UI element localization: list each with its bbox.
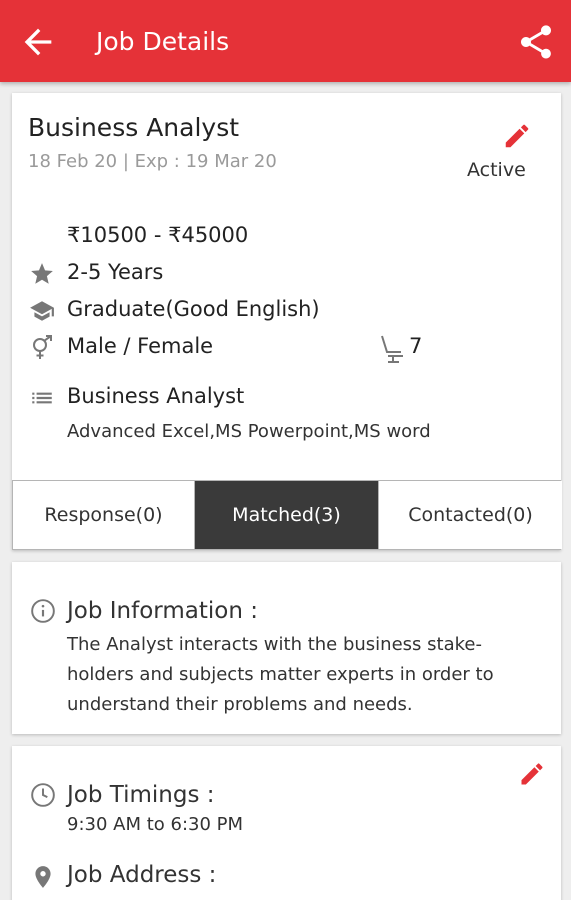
gender-icon [33, 335, 52, 359]
arrow-back-icon[interactable] [18, 22, 58, 62]
clock-icon [31, 783, 55, 807]
job-timings-card: Job Timings : 9:30 AM to 6:30 PM Job Add… [12, 746, 561, 900]
gender-value: Male / Female [67, 334, 214, 358]
share-icon[interactable] [516, 22, 556, 62]
pencil-icon[interactable] [502, 121, 532, 151]
job-summary-card: Business Analyst 18 Feb 20 | Exp : 19 Ma… [12, 93, 562, 550]
info-icon [31, 599, 55, 623]
experience-value: 2-5 Years [67, 260, 164, 284]
education-value: Graduate(Good English) [67, 297, 320, 321]
job-timings-label: Job Timings : [67, 782, 215, 808]
job-information-card: Job Information : The Analyst interacts … [12, 562, 561, 734]
job-address-label: Job Address : [67, 862, 217, 888]
job-timings-value: 9:30 AM to 6:30 PM [67, 814, 244, 835]
seat-icon [381, 335, 403, 363]
job-information-text: The Analyst interacts with the business … [67, 634, 494, 715]
job-title: Business Analyst [28, 113, 240, 142]
job-dates: 18 Feb 20 | Exp : 19 Mar 20 [28, 151, 277, 172]
tab-response[interactable]: Response(0) [13, 481, 195, 549]
skills-list: Advanced Excel,MS Powerpoint,MS word [67, 421, 431, 442]
job-category: Business Analyst [67, 384, 245, 408]
location-pin-icon [35, 866, 51, 888]
vacancies-count: 7 [409, 334, 423, 358]
page-title: Job Details [96, 27, 230, 56]
status-label: Active [467, 159, 526, 181]
pencil-icon[interactable] [518, 760, 546, 788]
list-icon [32, 392, 52, 404]
tab-contacted[interactable]: Contacted(0) [379, 481, 562, 549]
app-bar: Job Details [0, 0, 571, 82]
salary-range: ₹10500 - ₹45000 [67, 223, 249, 247]
star-icon [31, 263, 53, 284]
tab-matched[interactable]: Matched(3) [195, 481, 379, 549]
graduation-cap-icon [30, 301, 54, 321]
job-information-label: Job Information : [67, 598, 258, 624]
candidate-tabs: Response(0) Matched(3) Contacted(0) [12, 480, 562, 550]
